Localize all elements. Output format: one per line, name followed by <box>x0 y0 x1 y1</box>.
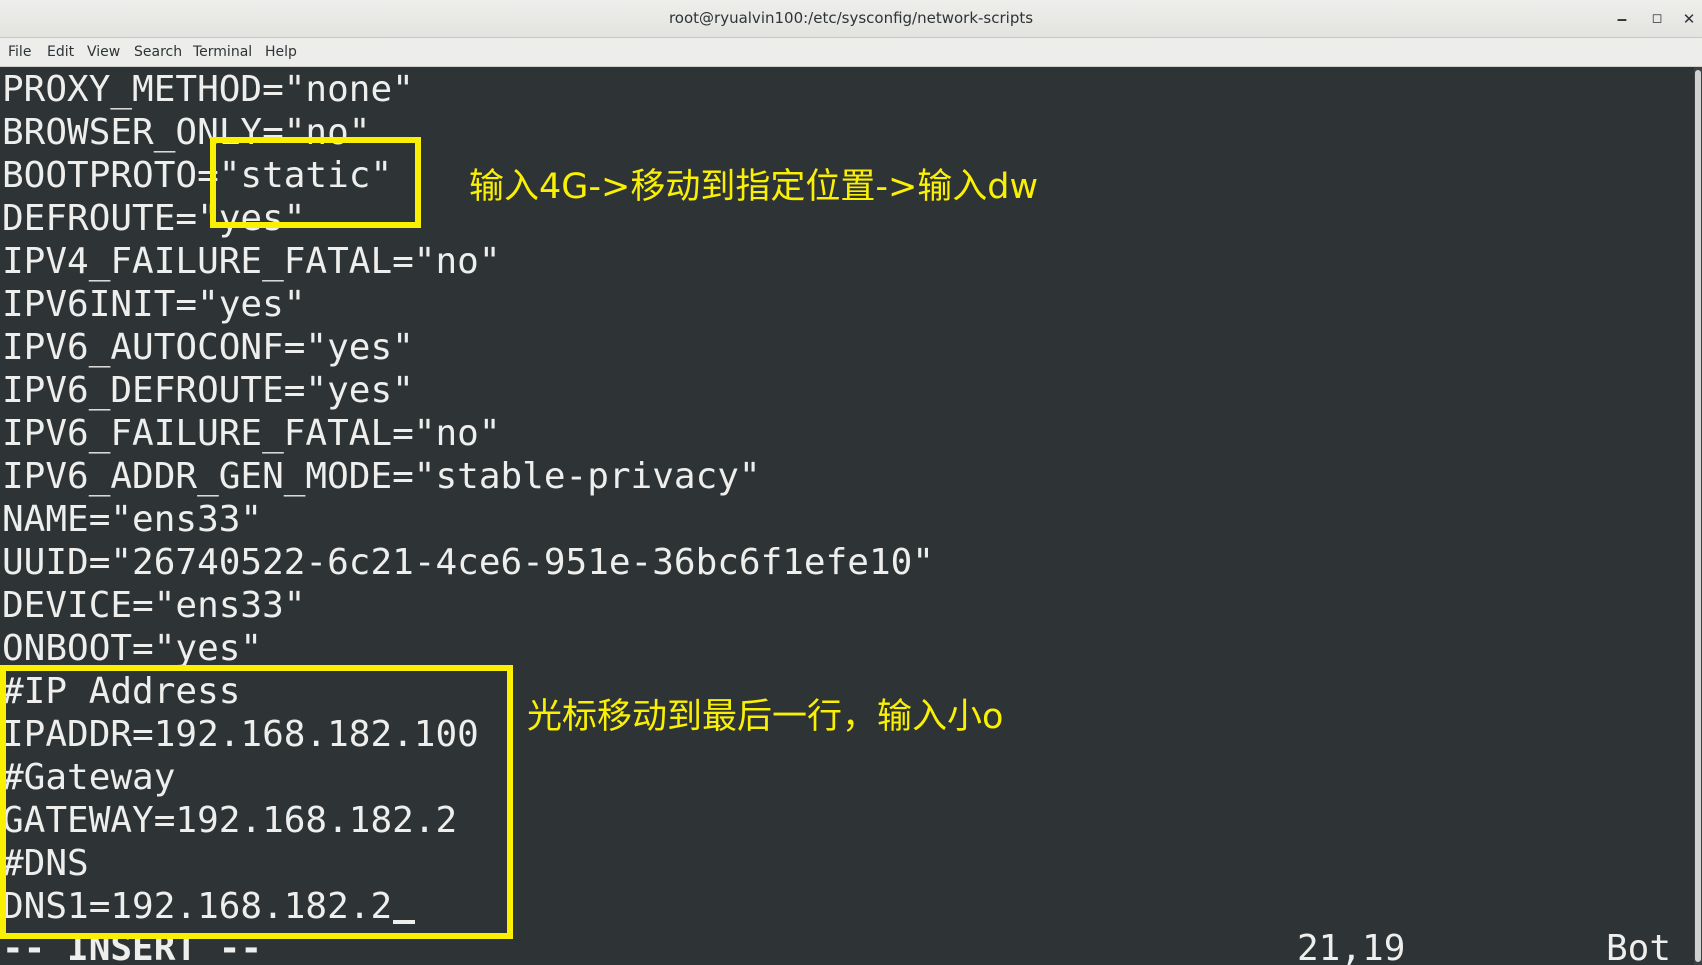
title-bar: root@ryualvin100:/etc/sysconfig/network-… <box>0 0 1702 38</box>
menu-view[interactable]: View <box>87 44 120 60</box>
file-line-12: UUID="26740522-6c21-4ce6-951e-36bc6f1efe… <box>2 542 934 583</box>
menu-help[interactable]: Help <box>265 44 297 60</box>
file-line-11: NAME="ens33" <box>2 499 263 540</box>
terminal-window: root@ryualvin100:/etc/sysconfig/network-… <box>0 0 1702 965</box>
close-icon[interactable]: ✕ <box>1677 7 1701 31</box>
menu-file[interactable]: File <box>8 44 31 60</box>
annotation-note-2: 光标移动到最后一行，输入小o <box>527 697 1004 737</box>
menu-terminal[interactable]: Terminal <box>193 44 252 60</box>
minimize-icon[interactable]: ‒ <box>1610 7 1634 31</box>
highlight-box-network-block <box>0 665 513 939</box>
file-line-9: IPV6_FAILURE_FATAL="no" <box>2 413 501 454</box>
scroll-indicator: Bot <box>1606 928 1672 965</box>
highlight-box-bootproto <box>210 137 421 228</box>
window-title: root@ryualvin100:/etc/sysconfig/network-… <box>668 9 1034 27</box>
file-line-13: DEVICE="ens33" <box>2 585 306 626</box>
file-line-5: IPV4_FAILURE_FATAL="no" <box>2 241 501 282</box>
file-line-6: IPV6INIT="yes" <box>2 284 306 325</box>
menu-bar: File Edit View Search Terminal Help <box>0 38 1702 67</box>
menu-search[interactable]: Search <box>134 44 182 60</box>
file-line-1: PROXY_METHOD="none" <box>2 69 414 110</box>
file-line-14: ONBOOT="yes" <box>2 628 263 669</box>
file-line-10: IPV6_ADDR_GEN_MODE="stable-privacy" <box>2 456 761 497</box>
annotation-note-1: 输入4G->移动到指定位置->输入dw <box>469 167 1039 207</box>
file-line-8: IPV6_DEFROUTE="yes" <box>2 370 414 411</box>
cursor-position: 21,19 <box>1297 928 1406 965</box>
maximize-icon[interactable]: ◻ <box>1645 7 1669 31</box>
file-line-7: IPV6_AUTOCONF="yes" <box>2 327 414 368</box>
scrollbar-thumb[interactable] <box>1695 70 1701 962</box>
menu-edit[interactable]: Edit <box>47 44 74 60</box>
